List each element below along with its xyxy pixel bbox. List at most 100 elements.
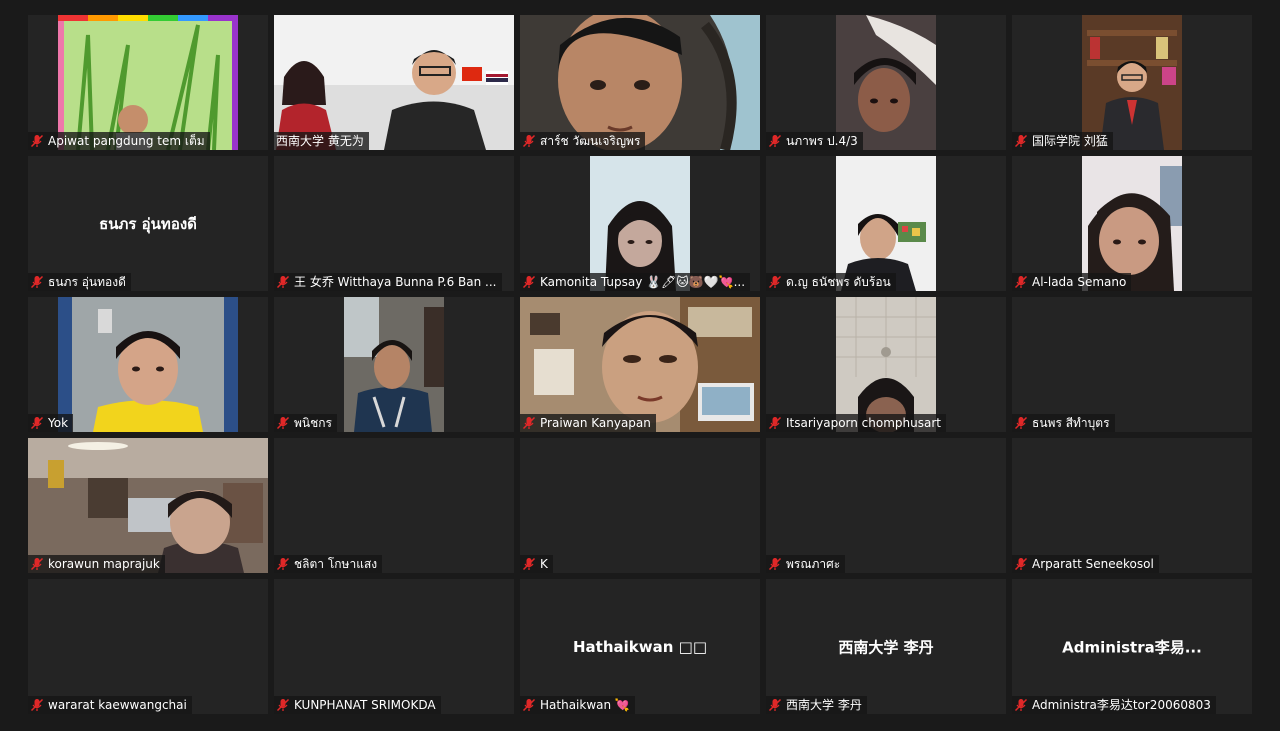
participant-video — [1082, 156, 1182, 291]
participant-name-label: Itsariyaporn chomphusart — [766, 414, 946, 432]
participant-name: KUNPHANAT SRIMOKDA — [294, 698, 436, 712]
muted-mic-icon — [522, 275, 536, 289]
participant-name-label: 西南大学 李丹 — [766, 696, 867, 714]
participant-name-label: Arparatt Seneekosol — [1012, 555, 1159, 573]
participant-tile[interactable]: Hathaikwan □□ Hathaikwan 💘 — [520, 579, 760, 714]
participant-tile[interactable]: ธนภร อุ่นทองดี ธนภร อุ่นทองดี — [28, 156, 268, 291]
participant-tile[interactable]: พรณภาศะ — [766, 438, 1006, 573]
participant-name-label: ด.ญ ธนัชพร ดับร้อน — [766, 273, 896, 291]
participant-name-label: Al-lada Semano — [1012, 273, 1132, 291]
participant-name-label: Administra李易达tor20060803 — [1012, 696, 1216, 714]
participant-tile[interactable]: Al-lada Semano — [1012, 156, 1252, 291]
participant-name-label: Apiwat pangdung tem เต็ม — [28, 132, 210, 150]
participant-name-label: ธนภร อุ่นทองดี — [28, 273, 131, 291]
muted-mic-icon — [768, 134, 782, 148]
participant-tile[interactable]: 西南大学 李丹 西南大学 李丹 — [766, 579, 1006, 714]
participant-name: Hathaikwan 💘 — [540, 698, 630, 712]
muted-mic-icon — [522, 698, 536, 712]
participant-display-name: Administra李易... — [1062, 638, 1202, 656]
participant-name: ธนภร อุ่นทองดี — [48, 275, 126, 289]
participant-tile[interactable]: Praiwan Kanyapan — [520, 297, 760, 432]
muted-mic-icon — [276, 275, 290, 289]
participant-name: พนิชกร — [294, 416, 332, 430]
participant-tile[interactable]: Yok — [28, 297, 268, 432]
participant-name-label: พรณภาศะ — [766, 555, 846, 573]
muted-mic-icon — [768, 557, 782, 571]
muted-mic-icon — [1014, 275, 1028, 289]
participant-name: Kamonita Tupsay 🐰🖊🐱🐻🤍💘... — [540, 275, 746, 289]
participant-video — [836, 297, 936, 432]
participant-tile[interactable]: ชลิตา โกษาแสง — [274, 438, 514, 573]
participant-display-name: Hathaikwan □□ — [573, 637, 707, 656]
participant-video — [58, 297, 238, 432]
participant-tile[interactable]: Itsariyaporn chomphusart — [766, 297, 1006, 432]
muted-mic-icon — [276, 557, 290, 571]
participant-tile[interactable]: ด.ญ ธนัชพร ดับร้อน — [766, 156, 1006, 291]
participant-name: Praiwan Kanyapan — [540, 416, 651, 430]
participant-name: 国际学院 刘猛 — [1032, 134, 1108, 148]
muted-mic-icon — [768, 698, 782, 712]
participant-tile[interactable]: Apiwat pangdung tem เต็ม — [28, 15, 268, 150]
participant-name: Itsariyaporn chomphusart — [786, 416, 941, 430]
participant-name: Yok — [48, 416, 69, 430]
participant-name: ธนพร สีทำบุตร — [1032, 416, 1110, 430]
participant-tile[interactable]: Administra李易... Administra李易达tor20060803 — [1012, 579, 1252, 714]
muted-mic-icon — [30, 698, 44, 712]
participant-name-label: นภาพร ป.4/3 — [766, 132, 863, 150]
participant-name: K — [540, 557, 548, 571]
muted-mic-icon — [276, 416, 290, 430]
participant-tile[interactable]: ธนพร สีทำบุตร — [1012, 297, 1252, 432]
muted-mic-icon — [768, 416, 782, 430]
participant-name-label: Hathaikwan 💘 — [520, 696, 635, 714]
participant-video — [1082, 15, 1182, 150]
participant-video — [836, 15, 936, 150]
participant-name-label: สาร์ช วัฒนเจริญพร — [520, 132, 646, 150]
participant-tile[interactable]: wararat kaewwangchai — [28, 579, 268, 714]
muted-mic-icon — [768, 275, 782, 289]
participant-tile[interactable]: K — [520, 438, 760, 573]
participant-tile[interactable]: พนิชกร — [274, 297, 514, 432]
participant-tile[interactable]: korawun maprajuk — [28, 438, 268, 573]
participant-tile[interactable]: นภาพร ป.4/3 — [766, 15, 1006, 150]
muted-mic-icon — [1014, 416, 1028, 430]
participant-tile[interactable]: Arparatt Seneekosol — [1012, 438, 1252, 573]
participant-name: ชลิตา โกษาแสง — [294, 557, 378, 571]
participant-name: 西南大学 黄无为 — [276, 134, 364, 148]
participant-tile-active-speaker[interactable]: 西南大学 黄无为 — [274, 15, 514, 150]
muted-mic-icon — [1014, 134, 1028, 148]
participant-display-name: 西南大学 李丹 — [838, 638, 934, 656]
participant-name-label: K — [520, 555, 553, 573]
muted-mic-icon — [522, 134, 536, 148]
participant-name: ด.ญ ธนัชพร ดับร้อน — [786, 275, 891, 289]
participant-video — [590, 156, 690, 291]
participant-tile[interactable]: KUNPHANAT SRIMOKDA — [274, 579, 514, 714]
participant-name-label: ธนพร สีทำบุตร — [1012, 414, 1115, 432]
participant-video — [344, 297, 444, 432]
muted-mic-icon — [276, 698, 290, 712]
participant-name-label: Kamonita Tupsay 🐰🖊🐱🐻🤍💘... — [520, 273, 751, 291]
participant-name: Apiwat pangdung tem เต็ม — [48, 134, 205, 148]
muted-mic-icon — [1014, 698, 1028, 712]
participant-video — [520, 297, 760, 432]
participant-name: สาร์ช วัฒนเจริญพร — [540, 134, 641, 148]
participant-name-label: Praiwan Kanyapan — [520, 414, 656, 432]
participant-name-label: ชลิตา โกษาแสง — [274, 555, 383, 573]
muted-mic-icon — [522, 416, 536, 430]
participant-name: 西南大学 李丹 — [786, 698, 862, 712]
participant-name-label: พนิชกร — [274, 414, 337, 432]
participant-name-label: 西南大学 黄无为 — [274, 132, 369, 150]
participant-name-label: KUNPHANAT SRIMOKDA — [274, 696, 441, 714]
participant-video — [58, 15, 238, 150]
participant-name: wararat kaewwangchai — [48, 698, 187, 712]
participant-tile[interactable]: 国际学院 刘猛 — [1012, 15, 1252, 150]
muted-mic-icon — [522, 557, 536, 571]
participant-video — [836, 156, 936, 291]
participant-tile[interactable]: Kamonita Tupsay 🐰🖊🐱🐻🤍💘... — [520, 156, 760, 291]
participant-name-label: wararat kaewwangchai — [28, 696, 192, 714]
participant-tile[interactable]: สาร์ช วัฒนเจริญพร — [520, 15, 760, 150]
participant-tile[interactable]: 王 女乔 Witthaya Bunna P.6 Ban ... — [274, 156, 514, 291]
muted-mic-icon — [1014, 557, 1028, 571]
participant-video — [274, 15, 514, 150]
muted-mic-icon — [30, 134, 44, 148]
participant-name: Al-lada Semano — [1032, 275, 1127, 289]
